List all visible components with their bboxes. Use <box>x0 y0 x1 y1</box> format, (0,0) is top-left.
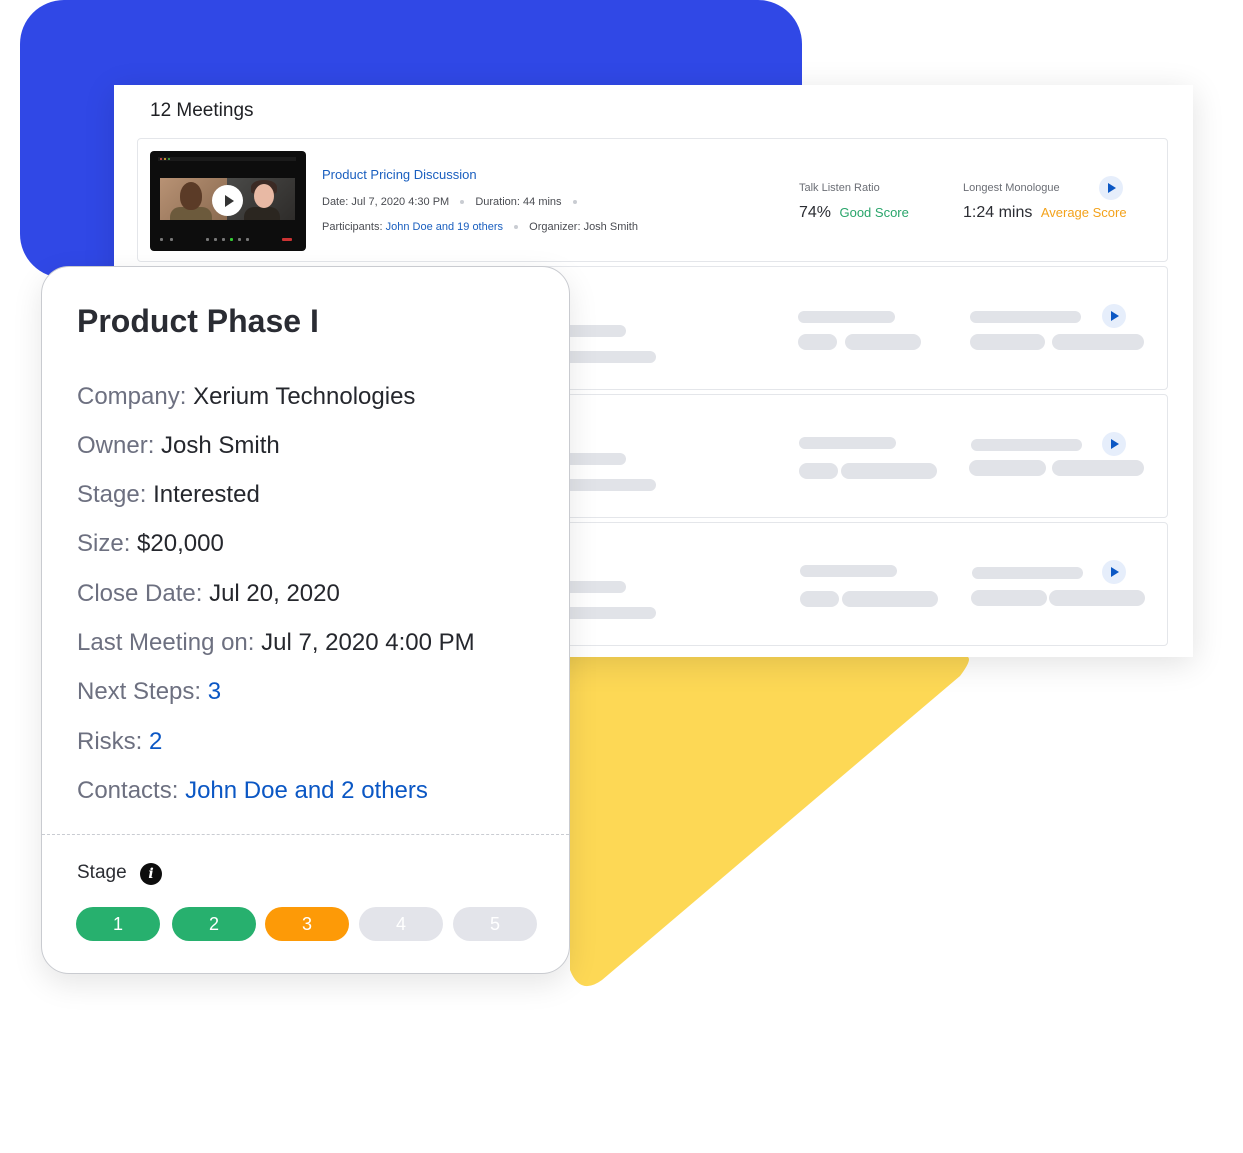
separator-dot <box>460 200 465 205</box>
stage-pill-1[interactable]: 1 <box>76 907 160 941</box>
skeleton-bar <box>558 607 656 619</box>
duration-label: Duration: <box>475 196 520 208</box>
meeting-title-link[interactable]: Product Pricing Discussion <box>322 167 477 182</box>
skeleton-bar <box>845 334 921 350</box>
dashed-divider <box>42 834 569 835</box>
field-label: Size: <box>77 530 131 557</box>
stage-pill-3[interactable]: 3 <box>265 907 349 941</box>
field-size: Size: $20,000 <box>77 530 224 558</box>
field-label: Next Steps: <box>77 678 202 705</box>
skeleton-bar <box>799 437 896 449</box>
skeleton-bar <box>798 334 837 350</box>
skeleton-bar <box>800 591 839 607</box>
skeleton-bar <box>558 479 656 491</box>
skeleton-bar <box>842 591 938 607</box>
talk-listen-ratio: 74% Good Score <box>799 204 909 222</box>
field-last-meeting: Last Meeting on: Jul 7, 2020 4:00 PM <box>77 629 475 657</box>
meeting-participants-organizer: Participants: John Doe and 19 others Org… <box>322 221 638 233</box>
yellow-background-shape <box>570 657 969 987</box>
field-label: Risks: <box>77 728 143 755</box>
date-value: Jul 7, 2020 4:30 PM <box>351 196 450 208</box>
meeting-row[interactable]: Product Pricing Discussion Date: Jul 7, … <box>137 138 1168 262</box>
skeleton-bar <box>841 463 937 479</box>
field-contacts: Contacts: John Doe and 2 others <box>77 777 428 805</box>
field-close-date: Close Date: Jul 20, 2020 <box>77 580 340 608</box>
play-icon[interactable] <box>1102 304 1126 328</box>
meeting-date-duration: Date: Jul 7, 2020 4:30 PM Duration: 44 m… <box>322 196 585 208</box>
field-value: Interested <box>153 481 260 508</box>
skeleton-bar <box>972 567 1083 579</box>
field-company: Company: Xerium Technologies <box>77 383 415 411</box>
average-score-badge: Average Score <box>1040 205 1127 220</box>
risks-link[interactable]: 2 <box>149 728 162 755</box>
field-value: $20,000 <box>137 530 224 557</box>
date-label: Date: <box>322 196 349 208</box>
stage-pill-4[interactable]: 4 <box>359 907 443 941</box>
field-value: Jul 20, 2020 <box>209 580 340 607</box>
separator-dot <box>514 225 519 230</box>
meetings-count-title: 12 Meetings <box>150 100 254 121</box>
talk-listen-value: 74% <box>799 204 832 221</box>
play-icon[interactable] <box>1102 432 1126 456</box>
field-label: Owner: <box>77 432 155 459</box>
field-label: Stage: <box>77 481 147 508</box>
field-value: Josh Smith <box>161 432 280 459</box>
field-label: Contacts: <box>77 777 179 804</box>
field-value: Xerium Technologies <box>193 383 416 410</box>
stage-section-label: Stage <box>77 862 127 883</box>
info-icon[interactable]: i <box>140 863 162 885</box>
next-steps-link[interactable]: 3 <box>208 678 221 705</box>
deal-title: Product Phase I <box>77 303 319 339</box>
duration-value: 44 mins <box>523 196 562 208</box>
field-label: Close Date: <box>77 580 203 607</box>
longest-monologue-label: Longest Monologue <box>963 182 1060 194</box>
field-label: Last Meeting on: <box>77 629 255 656</box>
play-icon[interactable] <box>212 185 243 216</box>
organizer-value: Josh Smith <box>583 221 638 233</box>
longest-monologue: 1:24 mins Average Score <box>963 204 1127 222</box>
contacts-link[interactable]: John Doe and 2 others <box>185 777 428 804</box>
field-stage: Stage: Interested <box>77 481 260 509</box>
field-owner: Owner: Josh Smith <box>77 432 280 460</box>
participants-link[interactable]: John Doe and 19 others <box>386 221 503 233</box>
stage-pill-2[interactable]: 2 <box>172 907 256 941</box>
field-value: Jul 7, 2020 4:00 PM <box>261 629 475 656</box>
skeleton-bar <box>1052 334 1144 350</box>
stage-pill-5[interactable]: 5 <box>453 907 537 941</box>
skeleton-bar <box>970 334 1045 350</box>
skeleton-bar <box>800 565 897 577</box>
skeleton-bar <box>971 590 1047 606</box>
organizer-label: Organizer: <box>529 221 581 233</box>
participants-label: Participants: <box>322 221 383 233</box>
longest-monologue-value: 1:24 mins <box>963 204 1033 221</box>
play-icon[interactable] <box>1102 560 1126 584</box>
skeleton-bar <box>558 351 656 363</box>
field-risks: Risks: 2 <box>77 728 162 756</box>
good-score-badge: Good Score <box>839 205 909 220</box>
skeleton-bar <box>970 311 1081 323</box>
field-label: Company: <box>77 383 187 410</box>
separator-dot <box>572 200 577 205</box>
field-next-steps: Next Steps: 3 <box>77 678 221 706</box>
deal-card: Product Phase I Company: Xerium Technolo… <box>41 266 570 974</box>
skeleton-bar <box>1049 590 1145 606</box>
skeleton-bar <box>969 460 1046 476</box>
play-icon[interactable] <box>1099 176 1123 200</box>
talk-listen-ratio-label: Talk Listen Ratio <box>799 182 880 194</box>
skeleton-bar <box>971 439 1082 451</box>
skeleton-bar <box>1052 460 1144 476</box>
skeleton-bar <box>799 463 838 479</box>
skeleton-bar <box>798 311 895 323</box>
video-thumbnail[interactable] <box>150 151 306 251</box>
